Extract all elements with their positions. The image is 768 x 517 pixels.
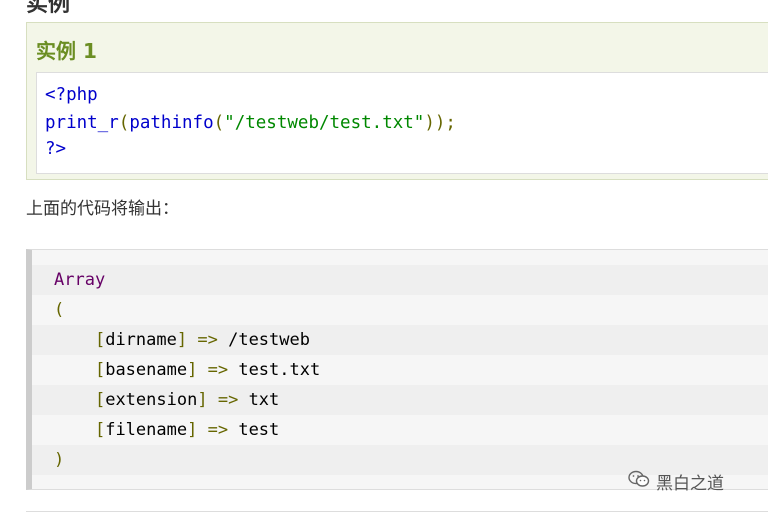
wechat-icon (628, 470, 650, 493)
php-open-tag: <?php (45, 85, 98, 105)
key-bracket: ] (187, 420, 198, 440)
output-line: [filename] => test (32, 415, 768, 445)
example-box: 实例 1 <?php print_r(pathinfo("/testweb/te… (26, 22, 768, 180)
output-type: Array (54, 270, 106, 290)
output-value: /testweb (228, 330, 310, 350)
example-title: 实例 1 (36, 39, 97, 63)
output-key: extension (105, 390, 198, 410)
key-bracket: [ (94, 360, 106, 380)
output-value: test.txt (238, 360, 321, 380)
code-line-1: <?php (45, 82, 98, 108)
next-block-edge (26, 511, 768, 517)
key-bracket: [ (94, 420, 106, 440)
output-key: dirname (105, 330, 177, 350)
output-line: [dirname] => /testweb (32, 325, 768, 355)
output-line: Array (32, 265, 768, 295)
output-paren: ) (54, 450, 65, 470)
arrow: => (217, 390, 239, 410)
output-key: basename (105, 360, 188, 380)
output-paren: ( (54, 300, 65, 320)
code-line-3: ?> (45, 136, 66, 162)
arrow: => (197, 330, 218, 350)
output-caption: 上面的代码将输出： (26, 199, 179, 219)
page: 实例 实例 1 <?php print_r(pathinfo("/testweb… (0, 0, 768, 517)
code-close: )); (424, 113, 456, 133)
code-function-name: print_r (45, 113, 119, 133)
watermark: 黑白之道 (628, 469, 724, 494)
key-bracket: ] (187, 360, 198, 380)
output-value: test (238, 420, 280, 440)
watermark-text: 黑白之道 (656, 474, 724, 494)
section-heading: 实例 (26, 0, 71, 17)
code-paren: ( (118, 113, 130, 133)
code-line-2: print_r(pathinfo("/testweb/test.txt")); (45, 110, 456, 136)
output-line: [extension] => txt (32, 385, 768, 415)
arrow: => (207, 360, 229, 380)
code-inner-function: pathinfo (129, 113, 214, 133)
code-block[interactable]: <?php print_r(pathinfo("/testweb/test.tx… (36, 72, 768, 174)
code-paren: ( (213, 113, 225, 133)
output-key: filename (105, 420, 188, 440)
output-block[interactable]: Array ( [dirname] => /testweb [basename]… (26, 249, 768, 490)
output-line: ( (32, 295, 768, 325)
key-bracket: ] (176, 330, 188, 350)
output-line: [basename] => test.txt (32, 355, 768, 385)
output-value: txt (248, 390, 280, 410)
php-close-tag: ?> (45, 139, 67, 159)
arrow: => (207, 420, 229, 440)
key-bracket: ] (197, 390, 208, 410)
key-bracket: [ (94, 330, 106, 350)
code-string: "/testweb/test.txt" (224, 113, 425, 133)
key-bracket: [ (94, 390, 106, 410)
